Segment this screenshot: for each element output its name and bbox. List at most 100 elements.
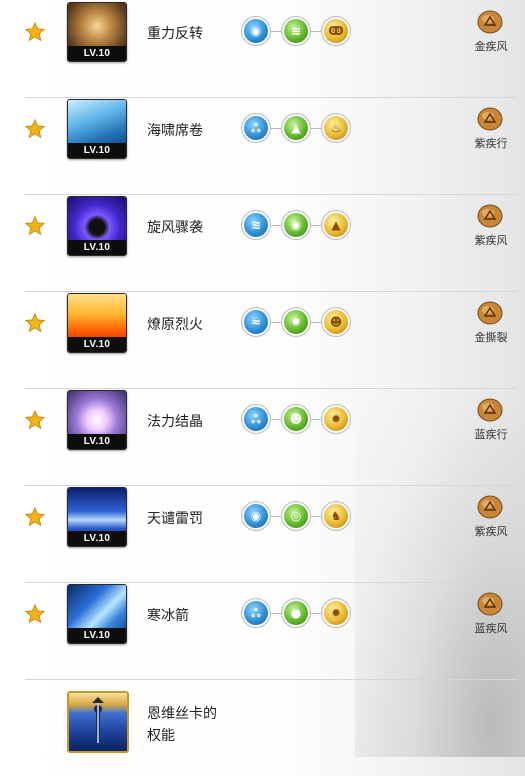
gem-icon[interactable] (477, 592, 503, 616)
flame-rune-icon: ♨ (324, 116, 348, 140)
rune-slot[interactable]: ◉ (281, 210, 311, 240)
splash-rune-icon: ஃ (244, 601, 268, 625)
rune-link (310, 31, 321, 32)
gem-icon[interactable] (477, 107, 503, 131)
rune-slot[interactable]: ◉ (241, 16, 271, 46)
rune-link (270, 322, 281, 323)
rune-link (310, 516, 321, 517)
skill-level: LV.10 (68, 531, 126, 546)
rune-slot[interactable]: ☻ (281, 404, 311, 434)
gem-label: 蓝疾行 (474, 428, 508, 441)
rune-slot[interactable]: ♨ (321, 113, 351, 143)
rune-slot[interactable]: ✹ (321, 404, 351, 434)
claws-rune-icon: ≋ (244, 213, 268, 237)
gem-label: 紫疾风 (474, 234, 508, 247)
rune-slot[interactable]: ✹ (281, 307, 311, 337)
arrow-up-rune-icon: ▲ (284, 116, 308, 140)
wolf-rune-icon: ♞ (324, 504, 348, 528)
star-icon (24, 215, 46, 237)
rune-chain: ◉ ≋ ↂ (241, 16, 351, 48)
passive-name[interactable]: 恩维丝卡的 权能 (147, 703, 217, 747)
skill-name[interactable]: 燎原烈火 (147, 314, 203, 334)
arrow-up-rune-icon: ▲ (324, 213, 348, 237)
wave-rune-icon: ≈ (244, 310, 268, 334)
skill-level: LV.10 (68, 628, 126, 643)
rune-link (270, 31, 281, 32)
rune-slot[interactable]: ஃ (241, 113, 271, 143)
rune-link (310, 322, 321, 323)
skill-level: LV.10 (68, 240, 126, 255)
figure-icon (92, 697, 104, 743)
gem-icon[interactable] (477, 204, 503, 228)
rune-slot[interactable]: ☻ (321, 307, 351, 337)
skill-icon[interactable]: LV.10 (67, 584, 127, 644)
rune-slot[interactable]: ≋ (241, 210, 271, 240)
gem-icon[interactable] (477, 301, 503, 325)
skill-icon[interactable]: LV.10 (67, 196, 127, 256)
rune-chain: ≈ ✹ ☻ (241, 307, 351, 339)
star-icon (24, 409, 46, 431)
skill-row: LV.10 天谴雷罚 ◉ ◎ ♞ 紫疾风 (24, 485, 517, 583)
gem-label: 蓝疾风 (474, 622, 508, 635)
skill-row: LV.10 重力反转 ◉ ≋ ↂ 金疾风 (24, 0, 517, 98)
skill-level: LV.10 (68, 46, 126, 61)
skill-name[interactable]: 海啸席卷 (147, 120, 203, 140)
star-icon (24, 21, 46, 43)
rune-link (270, 128, 281, 129)
rune-slot[interactable]: ✹ (321, 598, 351, 628)
skill-level: LV.10 (68, 434, 126, 449)
gem-label: 紫疾风 (474, 525, 508, 538)
rune-chain: ஃ ▲ ♨ (241, 113, 351, 145)
skill-icon[interactable]: LV.10 (67, 2, 127, 62)
rune-slot[interactable]: ஃ (241, 404, 271, 434)
rune-slot[interactable]: ≈ (241, 307, 271, 337)
rune-slot[interactable]: ◉ (241, 501, 271, 531)
skill-level: LV.10 (68, 143, 126, 158)
splash-rune-icon: ஃ (244, 407, 268, 431)
skill-name[interactable]: 重力反转 (147, 23, 203, 43)
rune-chain: ஃ ☻ ✹ (241, 404, 351, 436)
sun-rune-icon: ✹ (324, 601, 348, 625)
skill-name[interactable]: 天谴雷罚 (147, 508, 203, 528)
rune-chain: ஃ ● ✹ (241, 598, 351, 630)
rune-link (270, 613, 281, 614)
rune-slot[interactable]: ஃ (241, 598, 271, 628)
rune-slot[interactable]: ▲ (321, 210, 351, 240)
rune-slot[interactable]: ● (281, 598, 311, 628)
skill-icon[interactable]: LV.10 (67, 293, 127, 353)
gem-icon[interactable] (477, 398, 503, 422)
star-icon (24, 506, 46, 528)
rune-slot[interactable]: ▲ (281, 113, 311, 143)
skill-row: LV.10 寒冰箭 ஃ ● ✹ 蓝疾风 (24, 582, 517, 680)
star-icon (24, 118, 46, 140)
skill-row: LV.10 旋风骤袭 ≋ ◉ ▲ 紫疾风 (24, 194, 517, 292)
skill-name[interactable]: 法力结晶 (147, 411, 203, 431)
skill-icon[interactable]: LV.10 (67, 487, 127, 547)
rune-slot[interactable]: ◎ (281, 501, 311, 531)
swirl-rune-icon: ↂ (324, 19, 348, 43)
passive-row: 恩维丝卡的 权能 (25, 679, 517, 776)
rune-slot[interactable]: ↂ (321, 16, 351, 46)
rune-link (270, 516, 281, 517)
claws-rune-icon: ≋ (284, 19, 308, 43)
rune-slot[interactable]: ♞ (321, 501, 351, 531)
skill-icon[interactable]: LV.10 (67, 99, 127, 159)
skill-row: LV.10 海啸席卷 ஃ ▲ ♨ 紫疾行 (24, 97, 517, 195)
skill-icon[interactable]: LV.10 (67, 390, 127, 450)
star-icon (24, 603, 46, 625)
gem-icon[interactable] (477, 10, 503, 34)
skill-row: LV.10 法力结晶 ஃ ☻ ✹ 蓝疾行 (24, 388, 517, 486)
rune-link (310, 128, 321, 129)
rune-slot[interactable]: ≋ (281, 16, 311, 46)
gem-label: 紫疾行 (474, 137, 508, 150)
rune-link (310, 613, 321, 614)
skill-name[interactable]: 旋风骤袭 (147, 217, 203, 237)
gem-icon[interactable] (477, 495, 503, 519)
head-rune-icon: ☻ (284, 407, 308, 431)
rune-link (270, 419, 281, 420)
ring-rune-icon: ◎ (284, 504, 308, 528)
rune-link (310, 419, 321, 420)
skill-name[interactable]: 寒冰箭 (147, 605, 189, 625)
rune-chain: ≋ ◉ ▲ (241, 210, 351, 242)
passive-icon[interactable] (67, 691, 129, 753)
